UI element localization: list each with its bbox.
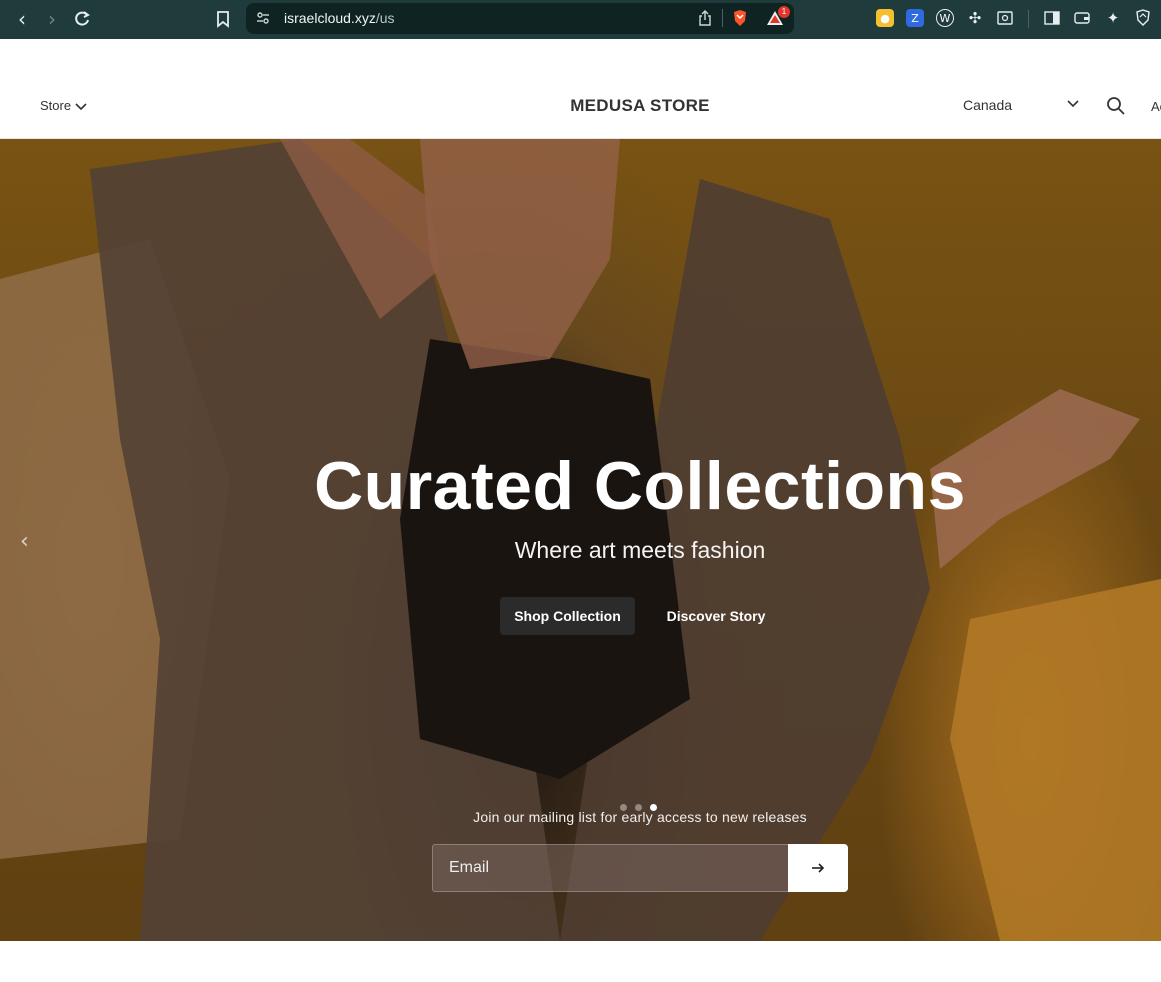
- leo-ai-icon[interactable]: ✦: [1104, 9, 1122, 27]
- hero-title: Curated Collections: [314, 448, 966, 524]
- account-link[interactable]: Ac: [1151, 99, 1161, 114]
- email-submit-button[interactable]: [788, 844, 848, 892]
- divider: [1028, 10, 1029, 28]
- vpn-icon[interactable]: [1134, 9, 1152, 27]
- divider: [722, 9, 723, 27]
- url-text: israelcloud.xyz/us: [284, 10, 395, 26]
- brave-shield-icon[interactable]: [732, 9, 748, 32]
- sidebar-icon[interactable]: [1043, 9, 1061, 27]
- hero-subtitle: Where art meets fashion: [514, 537, 766, 563]
- z-extension-icon[interactable]: Z: [906, 9, 924, 27]
- notification-badge: 1: [778, 6, 790, 18]
- discover-story-button[interactable]: Discover Story: [650, 597, 782, 635]
- site-info-icon[interactable]: [256, 11, 270, 30]
- share-icon[interactable]: [698, 10, 712, 31]
- address-bar[interactable]: israelcloud.xyz/us: [246, 3, 794, 34]
- country-select[interactable]: Canada: [963, 97, 1012, 113]
- back-icon[interactable]: ‹: [10, 7, 34, 31]
- bookmark-icon[interactable]: [211, 7, 235, 31]
- hero-banner: ‹ Curated Collections Where art meets fa…: [0, 139, 1161, 941]
- shop-collection-button[interactable]: Shop Collection: [500, 597, 635, 635]
- reload-icon[interactable]: [70, 7, 94, 31]
- screenshot-extension-icon[interactable]: [996, 9, 1014, 27]
- email-input[interactable]: [432, 844, 789, 892]
- search-icon[interactable]: [1106, 96, 1128, 118]
- extensions-icon[interactable]: ✣: [966, 9, 984, 27]
- mailing-list-label: Join our mailing list for early access t…: [473, 809, 807, 825]
- forward-icon[interactable]: ›: [40, 7, 64, 31]
- arrow-right-icon: [812, 863, 825, 873]
- ideas-extension-icon[interactable]: ●: [876, 9, 894, 27]
- chevron-down-icon[interactable]: [1067, 97, 1079, 112]
- wallet-icon[interactable]: [1073, 9, 1091, 27]
- store-header: Store MEDUSA STORE Canada Ac: [0, 39, 1161, 139]
- browser-toolbar: ‹ › israelcloud.xyz/us 1 ● Z W ✣ ✦: [0, 0, 1161, 39]
- w-extension-icon[interactable]: W: [936, 9, 954, 27]
